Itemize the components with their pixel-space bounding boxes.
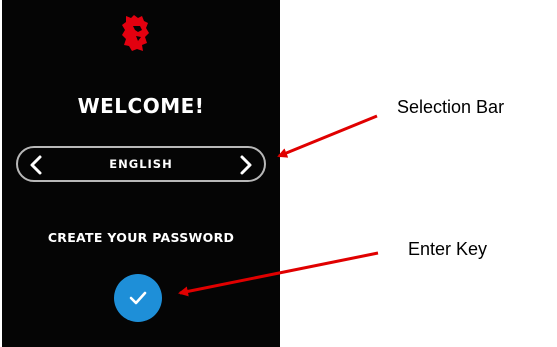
chevron-left-icon[interactable]: [26, 154, 48, 176]
chevron-right-icon[interactable]: [234, 154, 256, 176]
selected-language: ENGLISH: [109, 157, 173, 171]
selection-bar-arrow: [277, 114, 378, 158]
enter-key-annotation: Enter Key: [408, 239, 488, 259]
enter-key-button[interactable]: [114, 274, 162, 322]
language-selection-bar[interactable]: ENGLISH: [16, 146, 266, 182]
kingston-logo-icon: [120, 14, 150, 52]
checkmark-icon: [129, 291, 147, 305]
welcome-title: WELCOME!: [77, 94, 205, 118]
create-password-label: CREATE YOUR PASSWORD: [47, 230, 235, 245]
device-screen: WELCOME! ENGLISH CREATE YOUR PASSWORD: [2, 0, 280, 347]
selection-bar-annotation: Selection Bar: [397, 97, 505, 117]
